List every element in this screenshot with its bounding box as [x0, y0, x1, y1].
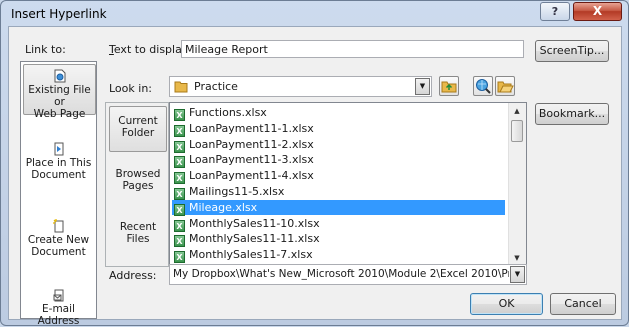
link-to-create-line2: Document	[31, 246, 86, 258]
link-to-existing-file-line2: Web Page	[33, 108, 86, 120]
tab-browsed-pages[interactable]: Browsed Pages	[109, 168, 167, 198]
file-list-item[interactable]: X LoanPayment11-3.xlsx	[172, 152, 505, 169]
up-folder-icon	[441, 81, 457, 93]
address-combo[interactable]: My Dropbox\What's New_Microsoft 2010\Mod…	[169, 264, 527, 285]
look-in-value: Practice	[194, 80, 238, 93]
window-title: Insert Hyperlink	[11, 7, 107, 21]
title-bar[interactable]: Insert Hyperlink ? X	[1, 1, 628, 27]
text-to-display-label: Text to display:	[109, 43, 192, 56]
link-to-create-new-document[interactable]: Create New Document	[23, 215, 94, 259]
text-to-display-input[interactable]: Mileage Report	[181, 40, 524, 58]
look-in-label: Look in:	[109, 82, 152, 95]
tab-browsed-pages-line1: Browsed	[115, 168, 161, 180]
address-input[interactable]: My Dropbox\What's New_Microsoft 2010\Mod…	[173, 268, 509, 280]
link-to-existing-file[interactable]: Existing File or Web Page	[23, 64, 96, 120]
file-name: LoanPayment11-3.xlsx	[189, 153, 314, 167]
file-name: Functions.xlsx	[189, 106, 267, 119]
excel-file-icon: X	[174, 124, 185, 137]
email-address-icon	[53, 289, 63, 302]
link-to-existing-file-line1: Existing File or	[28, 84, 91, 108]
file-name: LoanPayment11-4.xlsx	[189, 169, 314, 183]
excel-file-icon: X	[174, 140, 185, 153]
excel-file-icon: X	[174, 156, 185, 169]
link-to-label: Link to:	[25, 43, 66, 56]
folder-icon	[174, 81, 188, 93]
file-name: LoanPayment11-1.xlsx	[189, 121, 314, 135]
link-to-place-line1: Place in This	[25, 157, 92, 169]
link-to-email-line1: E-mail Address	[37, 303, 80, 327]
screentip-button[interactable]: ScreenTip...	[535, 40, 609, 62]
excel-file-icon: X	[174, 172, 185, 185]
existing-file-icon	[54, 69, 65, 83]
bookmark-button[interactable]: Bookmark...	[535, 103, 609, 125]
browse-file-button[interactable]	[495, 76, 515, 96]
link-to-place-line2: Document	[31, 169, 86, 181]
link-to-bar: Existing File or Web Page Place in This …	[20, 61, 97, 327]
file-list-item[interactable]: X Mailings11-5.xlsx	[172, 184, 505, 200]
excel-file-icon: X	[174, 219, 185, 232]
excel-file-icon: X	[174, 188, 185, 200]
file-name: MonthlySales11-10.xlsx	[189, 216, 320, 230]
tab-recent-files[interactable]: Recent Files	[109, 221, 167, 251]
tab-recent-files-line1: Recent	[119, 221, 157, 233]
tab-current-folder-line1: Current	[118, 115, 158, 127]
side-tabs: Current Folder Browsed Pages Recent File…	[105, 102, 169, 267]
file-list-item[interactable]: X LoanPayment11-1.xlsx	[172, 121, 505, 137]
link-to-create-line1: Create New	[27, 234, 90, 246]
globe-search-icon	[476, 79, 491, 94]
tab-browsed-pages-line2: Pages	[122, 180, 154, 192]
file-list-item[interactable]: X LoanPayment11-4.xlsx	[172, 168, 505, 185]
address-label: Address:	[109, 269, 157, 282]
scroll-thumb[interactable]	[511, 120, 523, 142]
text-to-display-label-rest: ext to display:	[113, 43, 192, 56]
address-dropdown-arrow[interactable]: ▼	[510, 266, 525, 283]
place-in-document-icon	[54, 142, 63, 156]
link-to-place-in-document[interactable]: Place in This Document	[23, 138, 94, 182]
scroll-up-arrow[interactable]: ▲	[509, 103, 525, 119]
ok-button[interactable]: OK	[470, 293, 543, 315]
file-list-item[interactable]: X MonthlySales11-11.xlsx	[172, 231, 505, 248]
file-list-item[interactable]: X LoanPayment11-2.xlsx	[172, 137, 505, 153]
file-list[interactable]: X Functions.xlsx X LoanPayment11-1.xlsx X Loa…	[169, 102, 527, 267]
up-one-folder-button[interactable]	[439, 76, 459, 96]
help-button[interactable]: ?	[540, 2, 570, 21]
insert-hyperlink-dialog: Insert Hyperlink ? X Link to: Text to di…	[0, 0, 629, 327]
cancel-button[interactable]: Cancel	[550, 293, 616, 315]
dialog-body: Link to: Text to display: Mileage Report…	[8, 26, 622, 327]
file-list-item[interactable]: X Functions.xlsx	[172, 105, 505, 121]
file-list-scrollbar[interactable]: ▲ ▼	[508, 103, 526, 266]
look-in-dropdown-arrow[interactable]: ▼	[415, 78, 430, 95]
browse-web-button[interactable]	[473, 76, 493, 96]
excel-file-icon: X	[174, 109, 185, 121]
link-to-email-address[interactable]: E-mail Address	[23, 284, 94, 327]
file-name: Mailings11-5.xlsx	[189, 185, 285, 198]
file-name: LoanPayment11-2.xlsx	[189, 137, 314, 151]
tab-current-folder-line2: Folder	[121, 127, 155, 139]
excel-file-icon: X	[174, 235, 185, 248]
file-list-item[interactable]: X MonthlySales11-7.xlsx	[172, 247, 505, 264]
look-in-dropdown[interactable]: Practice ▼	[169, 76, 432, 97]
tab-recent-files-line2: Files	[126, 233, 150, 245]
file-name: MonthlySales11-7.xlsx	[189, 248, 313, 262]
excel-file-icon: X	[174, 203, 185, 216]
open-folder-icon	[497, 81, 514, 93]
excel-file-icon: X	[174, 251, 185, 264]
tab-current-folder[interactable]: Current Folder	[109, 106, 167, 152]
file-list-item[interactable]: X MonthlySales11-10.xlsx	[172, 216, 505, 232]
file-list-item[interactable]: X Mileage.xlsx	[172, 199, 505, 216]
file-name: MonthlySales11-11.xlsx	[189, 232, 320, 246]
create-new-document-icon	[52, 219, 63, 233]
close-button[interactable]: X	[573, 2, 622, 21]
file-name: Mileage.xlsx	[189, 200, 258, 214]
